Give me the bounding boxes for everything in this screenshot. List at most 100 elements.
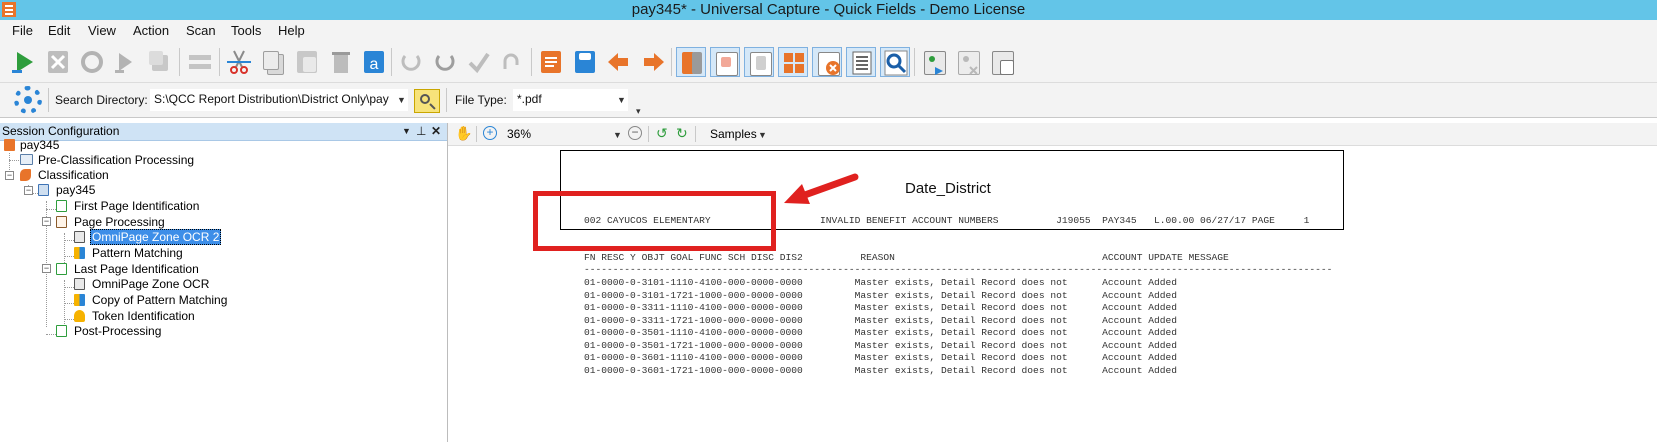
rotate-cw-icon[interactable]: ↻ <box>676 125 688 142</box>
rename-icon[interactable]: a <box>359 47 389 77</box>
annotation-highlight-box <box>533 191 776 251</box>
document-line: 01-0000-0-3601-1721-1000-000-0000-0000 M… <box>584 365 1177 376</box>
panel-title: Session Configuration <box>2 124 120 138</box>
scan-icon[interactable] <box>919 47 949 77</box>
batch-icon[interactable] <box>987 47 1017 77</box>
redo-icon[interactable] <box>497 47 527 77</box>
annotation-arrow-icon <box>784 173 859 204</box>
step-icon[interactable] <box>77 47 107 77</box>
export-icon[interactable] <box>638 47 668 77</box>
document-class-icon <box>38 184 49 196</box>
document-line: FN RESC Y OBJT GOAL FUNC SCH DISC DIS2 R… <box>584 252 1229 263</box>
menu-bar: File Edit View Action Scan Tools Help <box>0 20 1657 42</box>
rotate-left-icon[interactable] <box>396 47 426 77</box>
main-toolbar: a <box>0 42 1657 83</box>
session-configuration-panel: Session Configuration ▼ ⊥ ✕ − − − − pay3… <box>0 123 448 442</box>
menu-edit[interactable]: Edit <box>48 23 70 38</box>
rotate-right-icon[interactable] <box>430 47 460 77</box>
cut-icon[interactable] <box>224 47 254 77</box>
ocr-zone-icon <box>74 231 85 243</box>
settings-gear-icon[interactable] <box>14 86 42 114</box>
tree-item-token-identification[interactable]: Token Identification <box>74 308 274 324</box>
tree-item-classification[interactable]: Classification <box>20 167 220 183</box>
menu-action[interactable]: Action <box>133 23 169 38</box>
stop-icon[interactable] <box>43 47 73 77</box>
document-line: 01-0000-0-3501-1110-4100-000-0000-0000 M… <box>584 327 1177 338</box>
file-type-label: File Type: <box>455 93 507 107</box>
toolbar-overflow-icon[interactable]: ▾ <box>636 106 641 117</box>
collapse-toggle[interactable]: − <box>42 264 51 273</box>
tree-item-post-processing[interactable]: Post-Processing <box>56 323 256 339</box>
chevron-down-icon[interactable]: ▼ <box>617 95 626 105</box>
pattern-icon <box>74 294 85 306</box>
menu-tools[interactable]: Tools <box>231 23 261 38</box>
chevron-down-icon[interactable]: ▼ <box>758 130 767 140</box>
page-view-icon[interactable] <box>710 47 740 77</box>
approve-icon[interactable] <box>464 47 494 77</box>
page-processing-icon <box>56 216 67 228</box>
first-page-icon <box>56 200 67 212</box>
close-panel-icon[interactable]: ✕ <box>431 124 441 138</box>
tree-item-last-page[interactable]: Last Page Identification <box>56 261 256 277</box>
copy-session-icon[interactable] <box>144 47 174 77</box>
menu-view[interactable]: View <box>88 23 116 38</box>
list-icon[interactable] <box>185 47 215 77</box>
zone-name-label: Date_District <box>905 180 991 197</box>
tree-item-omnipage-zone-ocr-2[interactable]: OmniPage Zone OCR 2 <box>74 229 274 245</box>
pattern-icon <box>74 247 85 259</box>
chevron-down-icon[interactable]: ▼ <box>397 95 406 105</box>
tree-item-session[interactable]: pay345 <box>4 137 204 153</box>
zoom-out-icon[interactable]: − <box>628 126 642 140</box>
import-icon[interactable] <box>604 47 634 77</box>
search-directory-label: Search Directory: <box>55 93 148 107</box>
last-page-icon <box>56 263 67 275</box>
search-view-icon[interactable] <box>880 47 910 77</box>
panel-menu-icon[interactable]: ▼ <box>402 126 411 136</box>
panel-toggle-icon[interactable] <box>676 47 706 77</box>
viewer-toolbar: ✋ + 36% ▼ − ↺ ↻ Samples ▼ <box>448 123 1657 146</box>
close-docs-icon[interactable] <box>812 47 842 77</box>
menu-file[interactable]: File <box>12 23 33 38</box>
pin-icon[interactable]: ⊥ <box>416 124 426 138</box>
step-over-icon[interactable] <box>110 47 140 77</box>
samples-menu[interactable]: Samples <box>710 127 757 141</box>
chevron-down-icon[interactable]: ▼ <box>613 130 622 140</box>
tree-item-document-class[interactable]: pay345 <box>38 182 238 198</box>
window-title: pay345* - Universal Capture - Quick Fiel… <box>631 1 1026 18</box>
title-bar: pay345* - Universal Capture - Quick Fiel… <box>0 0 1657 20</box>
token-icon <box>74 310 85 322</box>
tree-item-first-page[interactable]: First Page Identification <box>56 198 256 214</box>
zoom-in-icon[interactable]: + <box>483 126 497 140</box>
zoom-level[interactable]: 36% <box>507 127 531 141</box>
document-line: 01-0000-0-3311-1110-4100-000-0000-0000 M… <box>584 302 1177 313</box>
paste-icon[interactable] <box>292 47 322 77</box>
thumbnail-icon[interactable] <box>744 47 774 77</box>
report-icon[interactable] <box>536 47 566 77</box>
tree-item-pattern-matching[interactable]: Pattern Matching <box>74 245 274 261</box>
session-icon <box>4 139 15 151</box>
tree-item-copy-of-pattern-matching[interactable]: Copy of Pattern Matching <box>74 292 274 308</box>
pan-hand-icon[interactable]: ✋ <box>455 125 472 142</box>
text-view-icon[interactable] <box>846 47 876 77</box>
browse-folder-icon[interactable] <box>414 89 440 113</box>
file-type-select[interactable]: *.pdf <box>513 89 628 111</box>
menu-help[interactable]: Help <box>278 23 305 38</box>
scan-disabled-icon[interactable] <box>953 47 983 77</box>
tree-item-page-processing[interactable]: Page Processing <box>56 214 256 230</box>
save-icon[interactable] <box>570 47 600 77</box>
run-icon[interactable] <box>8 47 38 77</box>
svg-text:a: a <box>370 56 379 73</box>
collapse-toggle[interactable]: − <box>24 186 33 195</box>
rotate-ccw-icon[interactable]: ↺ <box>656 125 668 142</box>
tiles-icon[interactable] <box>778 47 808 77</box>
tree-item-omnipage-zone-ocr[interactable]: OmniPage Zone OCR <box>74 276 274 292</box>
menu-scan[interactable]: Scan <box>186 23 216 38</box>
copy-icon[interactable] <box>258 47 288 77</box>
tree-item-pre-classification[interactable]: Pre-Classification Processing <box>20 152 280 168</box>
post-processing-icon <box>56 325 67 337</box>
document-line: ----------------------------------------… <box>584 264 1333 275</box>
collapse-toggle[interactable]: − <box>42 217 51 226</box>
collapse-toggle[interactable]: − <box>5 171 14 180</box>
search-directory-field[interactable]: S:\QCC Report Distribution\District Only… <box>150 89 408 111</box>
delete-icon[interactable] <box>326 47 356 77</box>
